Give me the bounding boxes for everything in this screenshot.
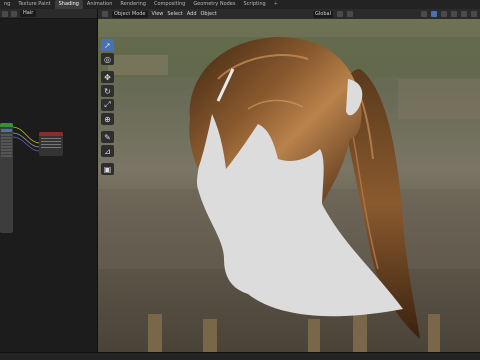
move-tool[interactable]: ✥ [101,71,114,83]
node-header [0,123,13,127]
tab-shading[interactable]: Shading [54,0,83,9]
tool-shelf: ➚ ◎ ✥ ↻ ⤢ ⊕ ✎ ⊿ ▣ [101,39,115,175]
shading-material-icon[interactable] [471,11,477,17]
scale-tool[interactable]: ⤢ [101,99,114,111]
node-field[interactable] [1,155,12,157]
overlay-icon[interactable] [441,11,447,17]
node-field[interactable] [1,137,12,139]
node-field[interactable] [1,134,12,136]
gizmo-toggle-icon[interactable] [431,11,437,17]
tab-modeling[interactable]: ng [0,0,14,9]
tab-scripting[interactable]: Scripting [240,0,270,9]
measure-tool[interactable]: ⊿ [101,145,114,157]
menu-select[interactable]: Select [167,11,182,17]
node-field[interactable] [1,140,12,142]
node-field[interactable] [1,146,12,148]
menu-object[interactable]: Object [201,11,217,17]
rotate-tool[interactable]: ↻ [101,85,114,97]
tab-geometry-nodes[interactable]: Geometry Nodes [189,0,239,9]
status-bar [0,352,480,360]
node-socket-row [41,141,61,142]
snap-icon[interactable] [337,11,343,17]
visibility-icon[interactable] [421,11,427,17]
node-editor-header: Hair [0,9,97,19]
workspace-tab-bar: ng Texture Paint Shading Animation Rende… [0,0,480,9]
shading-solid-icon[interactable] [461,11,467,17]
hair-info-node[interactable] [39,132,63,156]
editor-type-icon[interactable] [2,10,8,17]
node-field[interactable] [1,152,12,154]
transform-orientation-dropdown[interactable]: Global [313,10,333,18]
tab-compositing[interactable]: Compositing [150,0,189,9]
node-field[interactable] [1,149,12,151]
menu-view[interactable]: View [152,11,164,17]
principled-node[interactable] [0,123,13,233]
viewport-header: Object Mode View Select Add Object Globa… [97,9,480,19]
node-socket-row [41,144,61,145]
menu-add[interactable]: Add [187,11,197,17]
node-slider[interactable] [1,129,12,132]
tab-texture-paint[interactable]: Texture Paint [14,0,54,9]
transform-tool[interactable]: ⊕ [101,113,114,125]
object-mode-dropdown[interactable]: Object Mode [112,10,148,18]
node-header [39,132,63,136]
node-socket-row [41,138,61,139]
material-slot-icon[interactable] [11,10,17,17]
tab-animation[interactable]: Animation [83,0,117,9]
3d-viewport[interactable]: ➚ ◎ ✥ ↻ ⤢ ⊕ ✎ ⊿ ▣ [97,19,480,352]
editor-type-icon[interactable] [102,11,108,17]
node-field[interactable] [1,143,12,145]
node-links [11,126,41,152]
tab-rendering[interactable]: Rendering [116,0,150,9]
xray-icon[interactable] [451,11,457,17]
cursor-tool[interactable]: ◎ [101,53,114,65]
proportional-edit-icon[interactable] [347,11,353,17]
viewport-render [98,19,480,352]
select-box-tool[interactable]: ➚ [101,39,114,51]
add-workspace-button[interactable]: + [270,0,282,9]
node-socket-row [41,147,61,148]
shader-node-editor[interactable] [0,19,97,360]
annotate-tool[interactable]: ✎ [101,131,114,143]
add-cube-tool[interactable]: ▣ [101,163,114,175]
material-name-field[interactable]: Hair [20,10,37,17]
